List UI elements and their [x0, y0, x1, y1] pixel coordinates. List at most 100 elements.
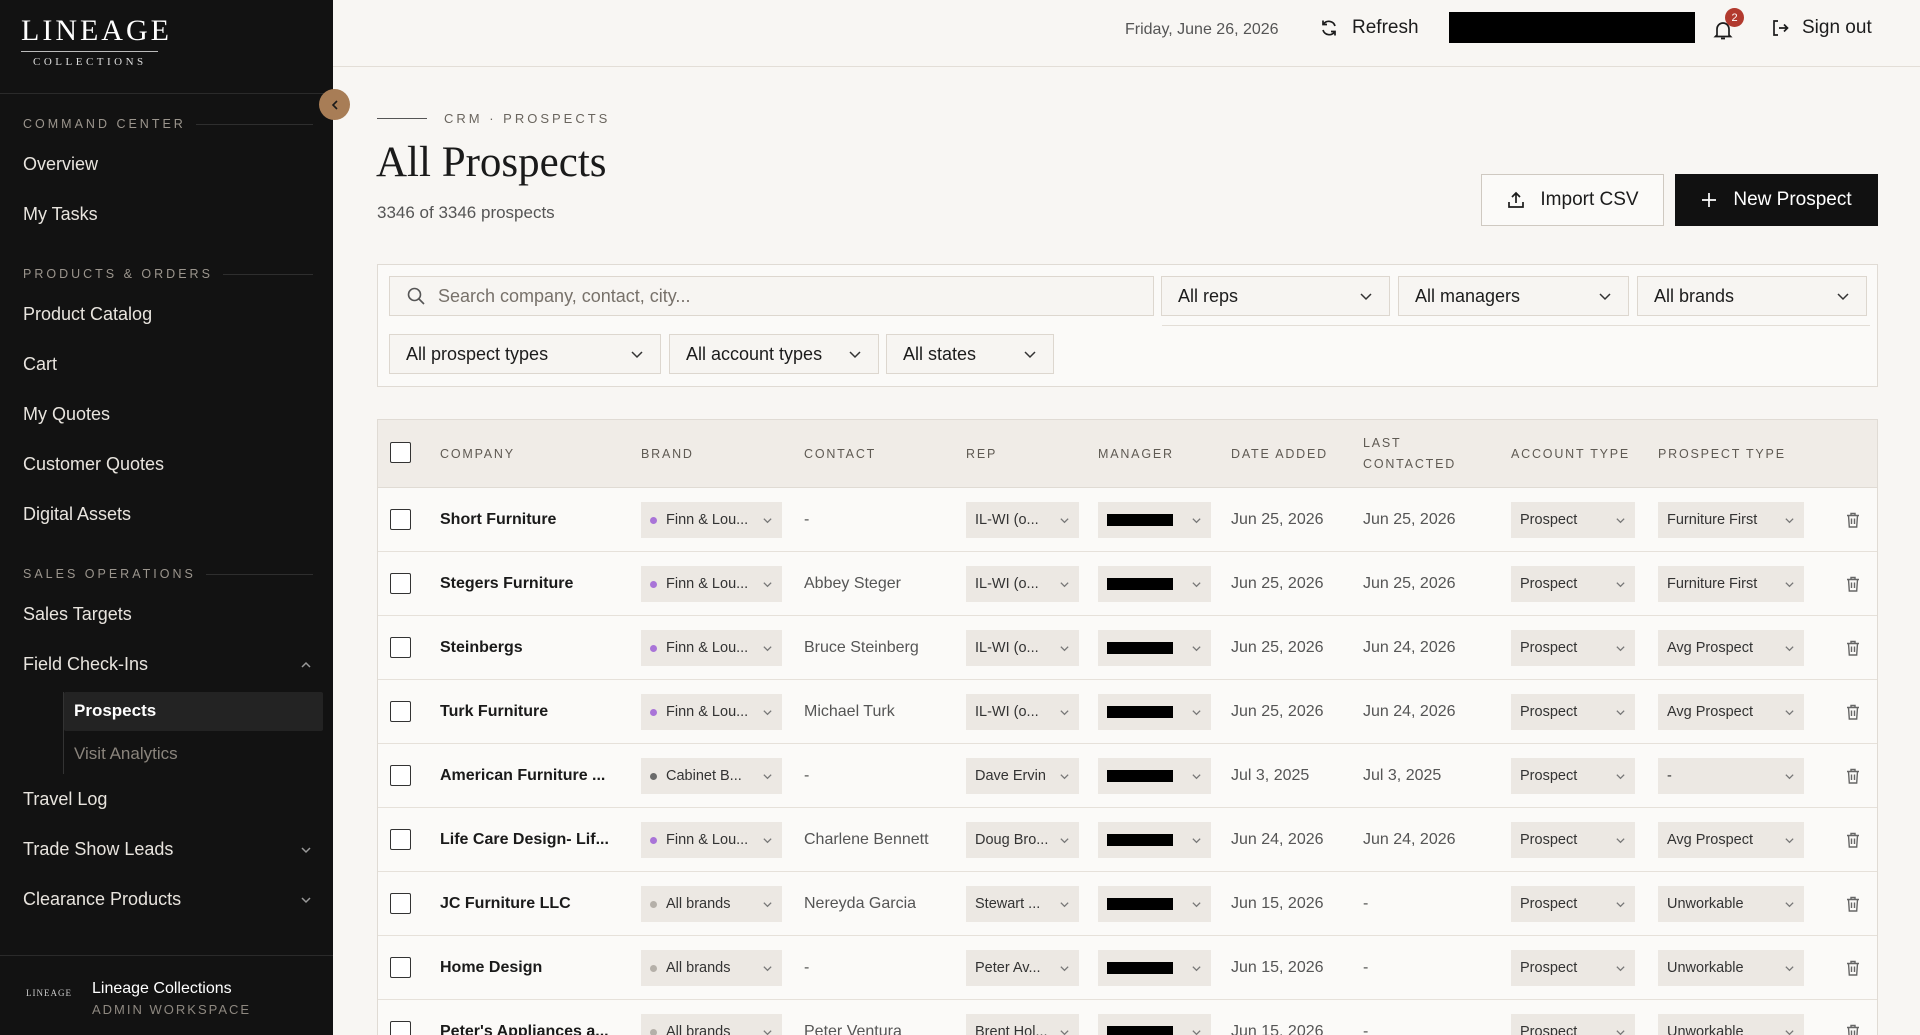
row-checkbox[interactable]	[390, 701, 411, 722]
trash-icon[interactable]	[1844, 703, 1862, 721]
workspace-switcher[interactable]: LINEAGE Lineage Collections ADMIN WORKSP…	[0, 955, 333, 1035]
column-last-contacted[interactable]: LAST CONTACTED	[1363, 433, 1456, 475]
column-date-added[interactable]: DATE ADDED	[1231, 444, 1328, 465]
prospect-type-select[interactable]: Furniture First	[1658, 502, 1804, 538]
row-checkbox[interactable]	[390, 957, 411, 978]
rep-select[interactable]: IL-WI (o...	[966, 630, 1079, 666]
table-row[interactable]: Short Furniture Finn & Lou... - IL-WI (o...…	[378, 488, 1877, 552]
account-type-select[interactable]: Prospect	[1511, 566, 1635, 602]
manager-filter-select[interactable]: All managers	[1398, 276, 1629, 316]
table-row[interactable]: Steinbergs Finn & Lou... Bruce Steinberg IL…	[378, 616, 1877, 680]
column-manager[interactable]: MANAGER	[1098, 444, 1174, 465]
search-input[interactable]	[438, 285, 1138, 307]
prospect-type-select[interactable]: Avg Prospect	[1658, 822, 1804, 858]
manager-select[interactable]	[1098, 566, 1211, 602]
rep-select[interactable]: IL-WI (o...	[966, 694, 1079, 730]
account-type-select[interactable]: Prospect	[1511, 886, 1635, 922]
row-checkbox[interactable]	[390, 573, 411, 594]
sign-out-button[interactable]: Sign out	[1770, 17, 1872, 39]
row-checkbox[interactable]	[390, 765, 411, 786]
account-type-select[interactable]: Prospect	[1511, 822, 1635, 858]
company-name[interactable]: Life Care Design- Lif...	[440, 808, 609, 872]
table-row[interactable]: Stegers Furniture Finn & Lou... Abbey Steg…	[378, 552, 1877, 616]
column-rep[interactable]: REP	[966, 444, 997, 465]
manager-select[interactable]	[1098, 694, 1211, 730]
account-type-select[interactable]: Prospect	[1511, 694, 1635, 730]
refresh-button[interactable]: Refresh	[1319, 17, 1419, 39]
table-row[interactable]: American Furniture ... Cabinet B... - Dave …	[378, 744, 1877, 808]
manager-select[interactable]	[1098, 822, 1211, 858]
sidebar-item-field-check-ins[interactable]: Field Check-Ins	[23, 654, 313, 675]
sidebar-collapse-button[interactable]	[319, 89, 350, 120]
rep-select[interactable]: Doug Bro...	[966, 822, 1079, 858]
trash-icon[interactable]	[1844, 767, 1862, 785]
rep-select[interactable]: IL-WI (o...	[966, 502, 1079, 538]
table-row[interactable]: Peter's Appliances a... All brands Peter V…	[378, 1000, 1877, 1035]
trash-icon[interactable]	[1844, 575, 1862, 593]
account-type-filter-select[interactable]: All account types	[669, 334, 879, 374]
trash-icon[interactable]	[1844, 639, 1862, 657]
sidebar-subitem-prospects[interactable]: Prospects	[74, 701, 156, 721]
company-name[interactable]: Short Furniture	[440, 488, 556, 552]
rep-filter-select[interactable]: All reps	[1161, 276, 1390, 316]
brand-select[interactable]: Finn & Lou...	[641, 822, 782, 858]
sidebar-item-digital-assets[interactable]: Digital Assets	[23, 504, 313, 525]
prospect-type-select[interactable]: Unworkable	[1658, 1014, 1804, 1035]
rep-select[interactable]: IL-WI (o...	[966, 566, 1079, 602]
manager-select[interactable]	[1098, 1014, 1211, 1035]
prospect-type-select[interactable]: Unworkable	[1658, 950, 1804, 986]
brand-select[interactable]: Finn & Lou...	[641, 502, 782, 538]
manager-select[interactable]	[1098, 758, 1211, 794]
brand-select[interactable]: All brands	[641, 1014, 782, 1035]
brand-filter-select[interactable]: All brands	[1637, 276, 1867, 316]
account-type-select[interactable]: Prospect	[1511, 502, 1635, 538]
search-box[interactable]	[389, 276, 1154, 316]
import-csv-button[interactable]: Import CSV	[1481, 174, 1664, 226]
trash-icon[interactable]	[1844, 1023, 1862, 1035]
brand-select[interactable]: Finn & Lou...	[641, 630, 782, 666]
manager-select[interactable]	[1098, 950, 1211, 986]
prospect-type-select[interactable]: Avg Prospect	[1658, 630, 1804, 666]
prospect-type-select[interactable]: Furniture First	[1658, 566, 1804, 602]
company-name[interactable]: Peter's Appliances a...	[440, 1000, 609, 1035]
sidebar-item-trade-show-leads[interactable]: Trade Show Leads	[23, 839, 313, 860]
table-row[interactable]: Life Care Design- Lif... Finn & Lou... Cha…	[378, 808, 1877, 872]
rep-select[interactable]: Stewart ...	[966, 886, 1079, 922]
row-checkbox[interactable]	[390, 1021, 411, 1035]
prospect-type-select[interactable]: Unworkable	[1658, 886, 1804, 922]
trash-icon[interactable]	[1844, 511, 1862, 529]
sidebar-subitem-visit-analytics[interactable]: Visit Analytics	[74, 744, 178, 764]
sidebar-item-product-catalog[interactable]: Product Catalog	[23, 304, 313, 325]
rep-select[interactable]: Peter Av...	[966, 950, 1079, 986]
brand-select[interactable]: Finn & Lou...	[641, 566, 782, 602]
row-checkbox[interactable]	[390, 509, 411, 530]
sidebar-item-cart[interactable]: Cart	[23, 354, 313, 375]
brand-logo[interactable]: LINEAGE COLLECTIONS	[0, 0, 333, 94]
company-name[interactable]: Home Design	[440, 936, 542, 1000]
company-name[interactable]: Turk Furniture	[440, 680, 548, 744]
column-brand[interactable]: BRAND	[641, 444, 694, 465]
brand-select[interactable]: All brands	[641, 886, 782, 922]
table-row[interactable]: Home Design All brands - Peter Av... Jun 15,…	[378, 936, 1877, 1000]
prospect-type-filter-select[interactable]: All prospect types	[389, 334, 661, 374]
manager-select[interactable]	[1098, 886, 1211, 922]
trash-icon[interactable]	[1844, 959, 1862, 977]
company-name[interactable]: American Furniture ...	[440, 744, 605, 808]
company-name[interactable]: Stegers Furniture	[440, 552, 573, 616]
column-contact[interactable]: CONTACT	[804, 444, 876, 465]
brand-select[interactable]: All brands	[641, 950, 782, 986]
sidebar-item-travel-log[interactable]: Travel Log	[23, 789, 313, 810]
company-name[interactable]: JC Furniture LLC	[440, 872, 571, 936]
manager-select[interactable]	[1098, 502, 1211, 538]
sidebar-item-my-tasks[interactable]: My Tasks	[23, 204, 313, 225]
company-name[interactable]: Steinbergs	[440, 616, 523, 680]
rep-select[interactable]: Dave Ervin	[966, 758, 1079, 794]
state-filter-select[interactable]: All states	[886, 334, 1054, 374]
new-prospect-button[interactable]: New Prospect	[1675, 174, 1878, 226]
row-checkbox[interactable]	[390, 637, 411, 658]
sidebar-item-overview[interactable]: Overview	[23, 154, 313, 175]
row-checkbox[interactable]	[390, 893, 411, 914]
account-type-select[interactable]: Prospect	[1511, 1014, 1635, 1035]
sidebar-item-clearance-products[interactable]: Clearance Products	[23, 889, 313, 910]
column-company[interactable]: COMPANY	[440, 444, 515, 465]
